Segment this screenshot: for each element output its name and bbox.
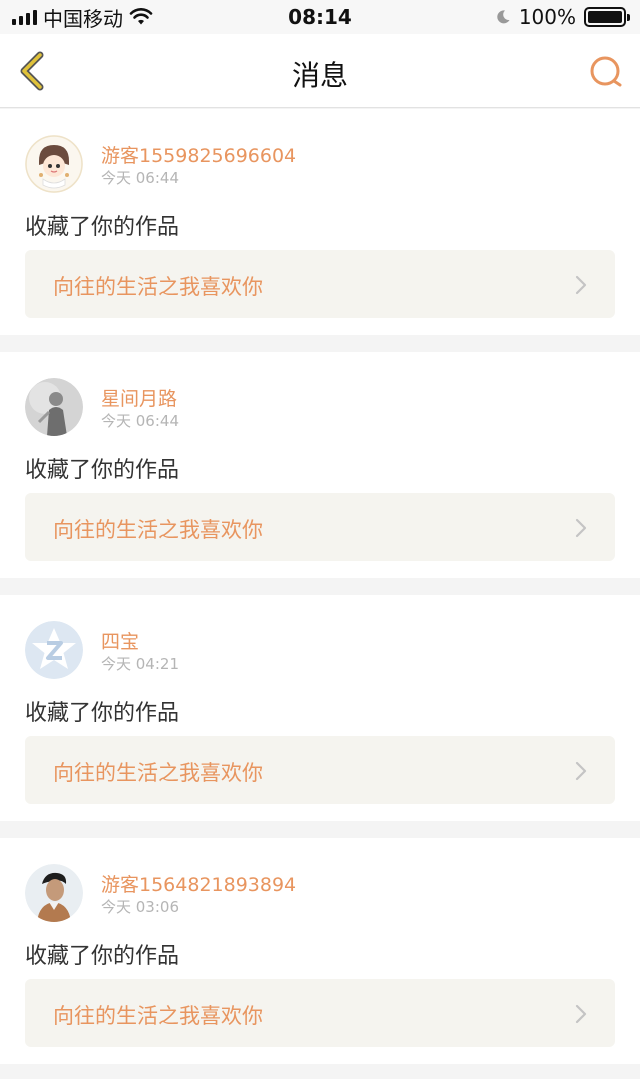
timestamp: 今天 04:21 [101, 655, 179, 673]
page-title: 消息 [291, 59, 348, 92]
search-button[interactable] [586, 52, 626, 92]
message-card: 星间月路 今天 06:44 收藏了你的作品 向往的生活之我喜欢你 [0, 352, 640, 578]
status-bar-left: 中国移动 [12, 3, 153, 32]
avatar[interactable] [25, 135, 83, 193]
work-title: 向往的生活之我喜欢你 [53, 761, 263, 785]
work-link[interactable]: 向往的生活之我喜欢你 [25, 979, 615, 1047]
timestamp: 今天 06:44 [101, 412, 179, 430]
work-link[interactable]: 向往的生活之我喜欢你 [25, 736, 615, 804]
work-title: 向往的生活之我喜欢你 [53, 275, 263, 299]
signal-icon [12, 9, 37, 25]
chevron-right-icon [575, 518, 587, 538]
action-text: 收藏了你的作品 [25, 944, 180, 969]
action-text: 收藏了你的作品 [25, 701, 180, 726]
avatar[interactable] [25, 864, 83, 922]
action-text: 收藏了你的作品 [25, 458, 180, 483]
user-name[interactable]: 星间月路 [101, 384, 177, 411]
message-card: 游客1559825696604 今天 06:44 收藏了你的作品 向往的生活之我… [0, 109, 640, 335]
user-name[interactable]: 四宝 [101, 627, 139, 654]
nav-bar: 消息 [0, 34, 640, 108]
user-name[interactable]: 游客1559825696604 [101, 141, 296, 168]
message-card: 四宝 今天 04:21 收藏了你的作品 向往的生活之我喜欢你 [0, 595, 640, 821]
timestamp: 今天 06:44 [101, 169, 179, 187]
chevron-right-icon [575, 761, 587, 781]
chevron-right-icon [575, 1004, 587, 1024]
user-name[interactable]: 游客1564821893894 [101, 870, 296, 897]
work-link[interactable]: 向往的生活之我喜欢你 [25, 250, 615, 318]
battery-icon [584, 7, 630, 27]
search-icon [590, 56, 622, 87]
work-link[interactable]: 向往的生活之我喜欢你 [25, 493, 615, 561]
work-title: 向往的生活之我喜欢你 [53, 1004, 263, 1028]
battery-percent: 100% [518, 5, 576, 29]
message-list: 游客1559825696604 今天 06:44 收藏了你的作品 向往的生活之我… [0, 109, 640, 1079]
moon-icon [497, 10, 510, 24]
avatar[interactable] [25, 621, 83, 679]
carrier-label: 中国移动 [43, 6, 123, 31]
status-bar-right: 100% [495, 5, 630, 29]
work-title: 向往的生活之我喜欢你 [53, 518, 263, 542]
chevron-right-icon [575, 275, 587, 295]
wifi-icon [129, 8, 153, 25]
status-bar: 中国移动 08:14 100% [0, 0, 640, 34]
message-card: 游客1564821893894 今天 03:06 收藏了你的作品 向往的生活之我… [0, 838, 640, 1064]
timestamp: 今天 03:06 [101, 898, 179, 916]
action-text: 收藏了你的作品 [25, 215, 180, 240]
avatar[interactable] [25, 378, 83, 436]
